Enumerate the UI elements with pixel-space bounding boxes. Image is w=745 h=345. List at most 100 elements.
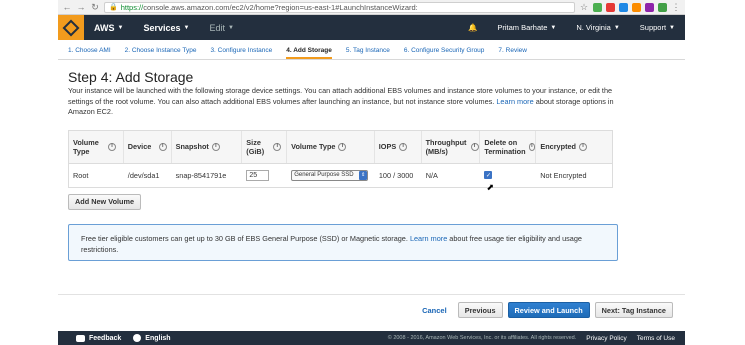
star-icon[interactable]: ☆ (579, 2, 589, 12)
info-icon[interactable]: i (338, 142, 347, 151)
step-review[interactable]: 7. Review (498, 47, 527, 59)
col-device: Device i (124, 130, 172, 163)
edit-label: Edit (209, 22, 225, 33)
col-snapshot: Snapshot i (172, 130, 243, 163)
step-tag-instance[interactable]: 5. Tag Instance (346, 47, 390, 59)
services-label: Services (143, 22, 181, 33)
support-menu[interactable]: Support ▼ (630, 23, 685, 32)
cell-snapshot: snap-8541791e (175, 170, 227, 180)
aws-logo-icon[interactable] (58, 15, 84, 40)
footer-bar: Feedback English © 2008 - 2016, Amazon W… (58, 331, 685, 345)
extension-icon[interactable] (606, 2, 615, 12)
actions-divider (58, 294, 685, 295)
cell-throughput: N/A (425, 170, 438, 180)
menu-icon[interactable]: ⋮ (671, 2, 681, 12)
step-add-storage[interactable]: 4. Add Storage (286, 47, 332, 59)
terms-of-use-link[interactable]: Terms of Use (637, 335, 675, 342)
table-header: Volume Type i Device i Snapshot i Size (GiB… (69, 130, 612, 164)
back-icon[interactable]: ← (62, 2, 72, 12)
col-throughput: Throughput (MB/s) i (422, 130, 481, 163)
page: ← → ↻ 🔒 https:// console.aws.amazon.com/… (0, 0, 745, 345)
cell-volume-type: Root (73, 170, 89, 180)
bell-icon[interactable]: 🔔 (458, 23, 487, 32)
support-label: Support (639, 23, 667, 32)
services-menu[interactable]: Services ▼ (133, 23, 199, 33)
language-selector[interactable]: English (133, 334, 171, 342)
learn-more-link[interactable]: Learn more (496, 97, 533, 106)
reload-icon[interactable]: ↻ (90, 2, 100, 12)
col-encrypted: Encrypted i (536, 131, 612, 163)
info-icon[interactable]: i (470, 142, 479, 151)
info-icon[interactable]: i (158, 142, 167, 151)
browser-toolbar: ← → ↻ 🔒 https:// console.aws.amazon.com/… (58, 0, 685, 15)
next-tag-instance-button[interactable]: Next: Tag Instance (594, 302, 673, 318)
aws-label: AWS (94, 22, 115, 33)
table-row: Root /dev/sda1 snap-8541791e 25 General … (69, 164, 612, 192)
chevron-down-icon: ▼ (183, 24, 190, 31)
chevron-down-icon: ▼ (613, 24, 620, 31)
chevron-down-icon: ▼ (227, 24, 234, 31)
chevron-down-icon: ▼ (669, 24, 675, 31)
add-new-volume-button[interactable]: Add New Volume (68, 193, 142, 210)
step-choose-ami[interactable]: 1. Choose AMI (68, 47, 111, 59)
volume-type-select[interactable]: General Purpose SSD ⇕ (291, 169, 369, 181)
size-input[interactable]: 25 (246, 169, 270, 181)
cell-iops: 100 / 3000 (378, 170, 414, 180)
step-choose-instance-type[interactable]: 2. Choose Instance Type (125, 47, 197, 59)
cursor-icon: ⬈ (486, 182, 495, 192)
info-icon[interactable]: i (528, 142, 536, 151)
feedback-link[interactable]: Feedback (76, 334, 122, 342)
cell-size: 25 (242, 169, 287, 181)
col-size: Size (GiB) i (242, 130, 288, 163)
col-volume-type-select: Volume Type i (287, 130, 375, 163)
previous-button[interactable]: Previous (457, 302, 503, 318)
user-menu[interactable]: Pritam Barhate ▼ (487, 23, 566, 32)
forward-icon[interactable]: → (76, 2, 86, 12)
info-icon[interactable]: i (579, 142, 588, 151)
info-icon[interactable]: i (108, 142, 116, 151)
cell-encrypted: Not Encrypted (540, 170, 587, 180)
col-volume-type: Volume Type i (69, 130, 124, 163)
region-label: N. Virginia (576, 23, 611, 32)
info-icon[interactable]: i (399, 142, 408, 151)
chevron-down-icon: ▼ (550, 24, 557, 31)
col-delete-on-termination: Delete on Termination i (480, 130, 537, 163)
page-title: Step 4: Add Storage (68, 69, 194, 85)
language-label: English (145, 334, 171, 342)
select-arrows-icon: ⇕ (359, 170, 368, 180)
extension-icon[interactable] (619, 2, 628, 12)
region-menu[interactable]: N. Virginia ▼ (566, 23, 629, 32)
extension-icon[interactable] (658, 2, 667, 12)
header-label: Device (127, 142, 152, 151)
feedback-label: Feedback (89, 334, 122, 342)
aws-navbar: AWS ▼ Services ▼ Edit ▼ 🔔 Pritam Barhate ▼ N… (58, 15, 685, 40)
step-configure-security-group[interactable]: 6. Configure Security Group (404, 47, 485, 59)
address-bar[interactable]: 🔒 https:// console.aws.amazon.com/ec2/v2… (104, 1, 575, 13)
page-description: Your instance will be launched with the … (68, 86, 628, 118)
extension-icon[interactable] (593, 2, 602, 12)
header-label: Snapshot (175, 142, 209, 151)
info-icon[interactable]: i (273, 142, 282, 151)
delete-on-termination-checkbox[interactable]: ✓ (484, 171, 493, 179)
extension-icon[interactable] (645, 2, 654, 12)
header-label: Volume Type (73, 137, 99, 156)
header-label: Throughput (MB/s) (425, 137, 467, 156)
cell-delete-on-termination: ✓ ⬈ (480, 171, 536, 192)
header-label: Encrypted (540, 142, 577, 151)
step-configure-instance[interactable]: 3. Configure Instance (210, 47, 272, 59)
privacy-policy-link[interactable]: Privacy Policy (586, 335, 626, 342)
copyright-text: © 2008 - 2016, Amazon Web Services, Inc.… (387, 335, 577, 341)
notice-text: Free tier eligible customers can get up … (81, 233, 408, 243)
cancel-button[interactable]: Cancel (422, 306, 447, 315)
extension-icon[interactable] (632, 2, 641, 12)
browser-window: ← → ↻ 🔒 https:// console.aws.amazon.com/… (58, 0, 685, 345)
speech-bubble-icon (76, 334, 85, 342)
user-label: Pritam Barhate (497, 23, 548, 32)
edit-menu[interactable]: Edit ▼ (199, 23, 243, 33)
review-and-launch-button[interactable]: Review and Launch (507, 302, 590, 318)
col-iops: IOPS i (375, 130, 422, 163)
header-label: IOPS (378, 142, 397, 151)
info-icon[interactable]: i (211, 142, 220, 151)
aws-menu[interactable]: AWS ▼ (84, 23, 133, 33)
notice-learn-more-link[interactable]: Learn more (410, 234, 447, 243)
